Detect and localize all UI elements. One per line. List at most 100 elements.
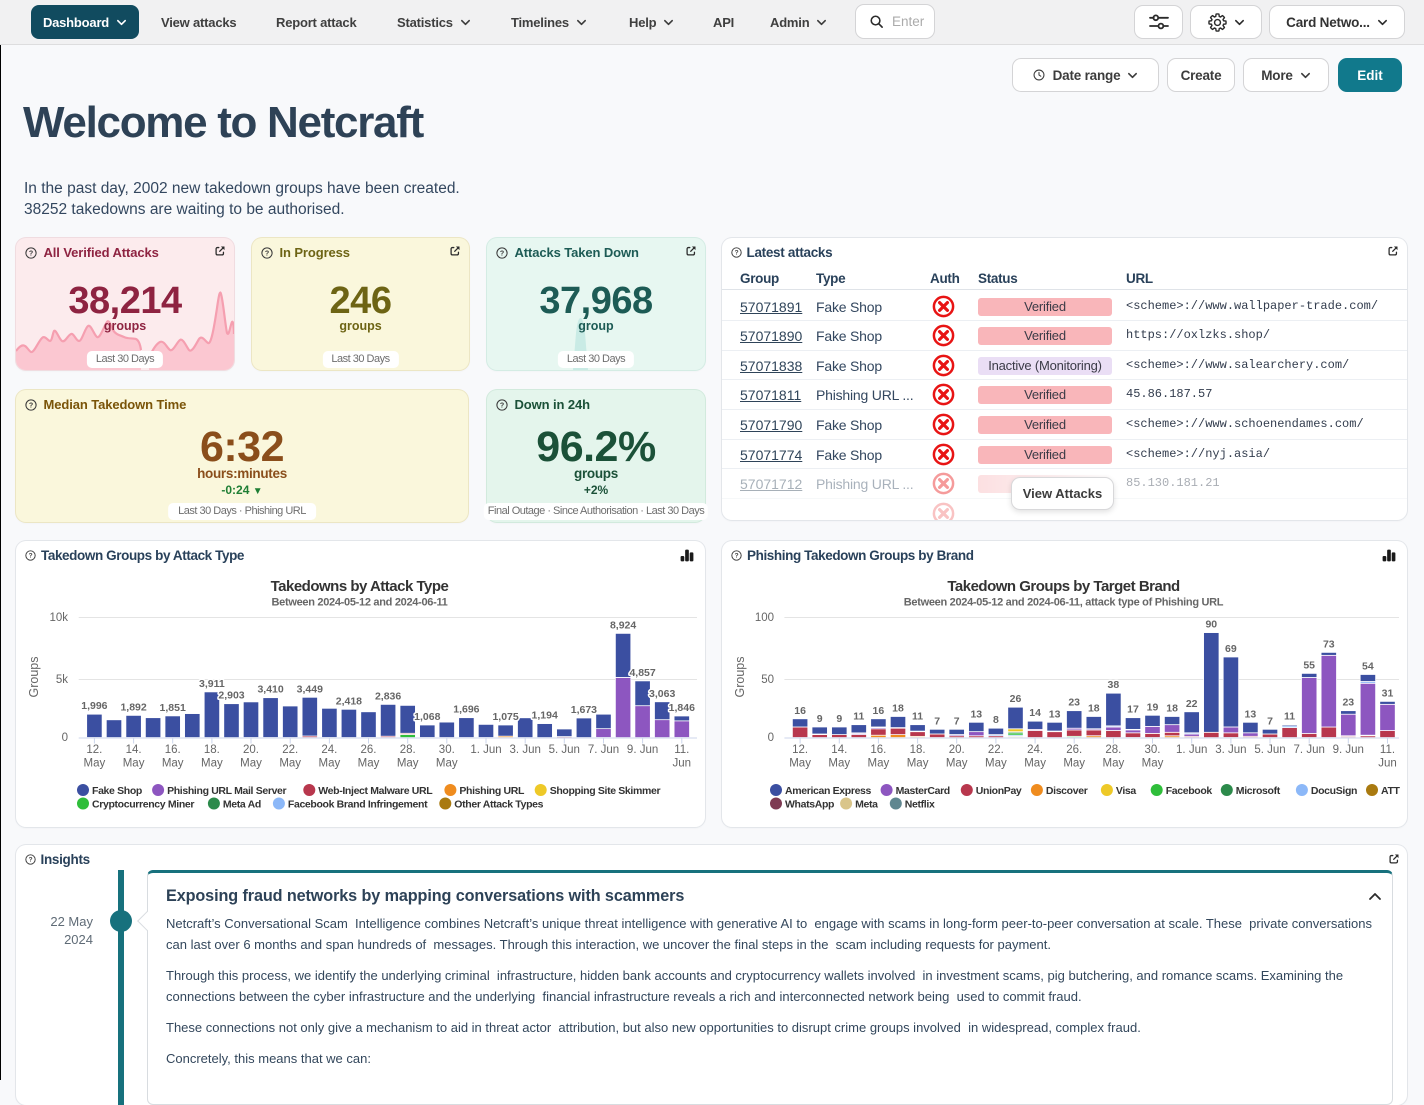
- svg-text:7: 7: [954, 715, 960, 727]
- svg-text:May: May: [123, 758, 145, 770]
- svg-text:Takedown Groups by Target Bran: Takedown Groups by Target Brand: [947, 578, 1180, 595]
- svg-text:Shopping Site Skimmer: Shopping Site Skimmer: [550, 785, 661, 797]
- svg-text:28.: 28.: [400, 744, 416, 756]
- svg-text:3,410: 3,410: [257, 684, 283, 696]
- svg-text:28.: 28.: [1105, 744, 1121, 756]
- svg-text:16.: 16.: [870, 744, 886, 756]
- svg-text:Phishing URL: Phishing URL: [459, 785, 525, 797]
- svg-text:69: 69: [1225, 643, 1237, 655]
- svg-text:Phishing URL Mail Server: Phishing URL Mail Server: [167, 785, 286, 797]
- svg-text:12.: 12.: [792, 744, 808, 756]
- svg-text:7. Jun: 7. Jun: [588, 744, 619, 756]
- svg-text:18: 18: [1166, 703, 1178, 715]
- svg-text:DocuSign: DocuSign: [1311, 785, 1357, 797]
- svg-text:May: May: [1142, 758, 1164, 770]
- svg-text:May: May: [240, 758, 262, 770]
- svg-text:38: 38: [1108, 679, 1120, 691]
- svg-text:1,673: 1,673: [571, 704, 597, 716]
- svg-text:24.: 24.: [321, 744, 337, 756]
- svg-text:May: May: [946, 758, 968, 770]
- svg-text:0: 0: [62, 732, 68, 744]
- svg-text:9. Jun: 9. Jun: [1333, 744, 1364, 756]
- svg-text:Meta Ad: Meta Ad: [223, 798, 261, 810]
- svg-text:11.: 11.: [674, 744, 689, 756]
- svg-text:May: May: [201, 758, 223, 770]
- svg-text:1,696: 1,696: [453, 704, 479, 716]
- svg-text:Groups: Groups: [27, 657, 41, 698]
- svg-text:May: May: [985, 758, 1007, 770]
- svg-text:May: May: [162, 758, 184, 770]
- svg-text:May: May: [907, 758, 929, 770]
- svg-text:12.: 12.: [86, 744, 102, 756]
- svg-text:American Express: American Express: [785, 785, 872, 797]
- svg-text:55: 55: [1303, 659, 1315, 671]
- svg-text:14: 14: [1029, 707, 1041, 719]
- svg-text:3. Jun: 3. Jun: [1215, 744, 1246, 756]
- svg-text:30.: 30.: [439, 744, 455, 756]
- svg-text:Between 2024-05-12 and 2024-06: Between 2024-05-12 and 2024-06-11, attac…: [904, 597, 1224, 609]
- svg-text:3. Jun: 3. Jun: [510, 744, 541, 756]
- svg-text:8: 8: [993, 714, 999, 726]
- svg-text:May: May: [436, 758, 458, 770]
- svg-text:1,996: 1,996: [81, 700, 107, 712]
- svg-text:18.: 18.: [910, 744, 926, 756]
- svg-text:1,075: 1,075: [492, 711, 518, 723]
- svg-text:18.: 18.: [204, 744, 220, 756]
- svg-text:Fake Shop: Fake Shop: [92, 785, 142, 797]
- svg-text:2,903: 2,903: [218, 690, 244, 702]
- svg-text:14.: 14.: [831, 744, 847, 756]
- svg-text:May: May: [828, 758, 850, 770]
- svg-text:May: May: [1103, 758, 1125, 770]
- svg-text:18: 18: [892, 703, 904, 715]
- svg-text:1,892: 1,892: [120, 701, 146, 713]
- svg-text:8,924: 8,924: [610, 619, 636, 631]
- svg-text:26.: 26.: [1066, 744, 1082, 756]
- svg-text:Netflix: Netflix: [905, 798, 935, 810]
- svg-text:11: 11: [1284, 711, 1295, 723]
- svg-text:1,851: 1,851: [160, 702, 186, 714]
- svg-text:?: ?: [28, 856, 32, 863]
- svg-text:20.: 20.: [243, 744, 259, 756]
- svg-text:31: 31: [1382, 687, 1394, 699]
- svg-text:Facebook: Facebook: [1166, 785, 1213, 797]
- svg-text:?: ?: [29, 553, 33, 560]
- svg-text:11.: 11.: [1380, 744, 1395, 756]
- svg-text:18: 18: [1088, 703, 1100, 715]
- svg-text:3,911: 3,911: [199, 678, 225, 690]
- svg-text:50: 50: [761, 674, 774, 686]
- svg-text:?: ?: [28, 249, 32, 257]
- svg-text:May: May: [1024, 758, 1046, 770]
- svg-text:19: 19: [1147, 701, 1159, 713]
- svg-text:22: 22: [1186, 698, 1198, 710]
- svg-text:10k: 10k: [49, 612, 68, 624]
- svg-text:May: May: [868, 758, 890, 770]
- svg-text:24.: 24.: [1027, 744, 1043, 756]
- svg-text:Cryptocurrency Miner: Cryptocurrency Miner: [92, 798, 194, 810]
- svg-text:?: ?: [28, 401, 32, 409]
- svg-text:17: 17: [1127, 704, 1139, 716]
- svg-text:100: 100: [755, 612, 774, 624]
- svg-text:16: 16: [873, 705, 885, 717]
- svg-text:0: 0: [768, 732, 774, 744]
- svg-text:1,068: 1,068: [414, 711, 440, 723]
- svg-text:5k: 5k: [56, 674, 68, 686]
- svg-text:1,846: 1,846: [669, 702, 695, 714]
- svg-text:Visa: Visa: [1116, 785, 1137, 797]
- svg-text:4,857: 4,857: [629, 667, 655, 679]
- svg-text:14.: 14.: [126, 744, 142, 756]
- svg-text:3,449: 3,449: [297, 683, 323, 695]
- svg-text:1. Jun: 1. Jun: [1176, 744, 1207, 756]
- svg-text:20.: 20.: [949, 744, 965, 756]
- svg-text:9: 9: [836, 713, 842, 725]
- svg-text:Jun: Jun: [673, 758, 692, 770]
- svg-text:Between 2024-05-12 and 2024-06: Between 2024-05-12 and 2024-06-11: [272, 597, 448, 609]
- svg-text:May: May: [84, 758, 106, 770]
- svg-text:MasterCard: MasterCard: [896, 785, 950, 797]
- svg-text:1. Jun: 1. Jun: [470, 744, 501, 756]
- svg-text:May: May: [279, 758, 301, 770]
- svg-text:16.: 16.: [165, 744, 181, 756]
- svg-text:16: 16: [794, 705, 806, 717]
- svg-text:Facebook Brand Infringement: Facebook Brand Infringement: [288, 798, 428, 810]
- svg-text:7: 7: [934, 715, 940, 727]
- svg-text:Web-Inject Malware URL: Web-Inject Malware URL: [318, 785, 433, 797]
